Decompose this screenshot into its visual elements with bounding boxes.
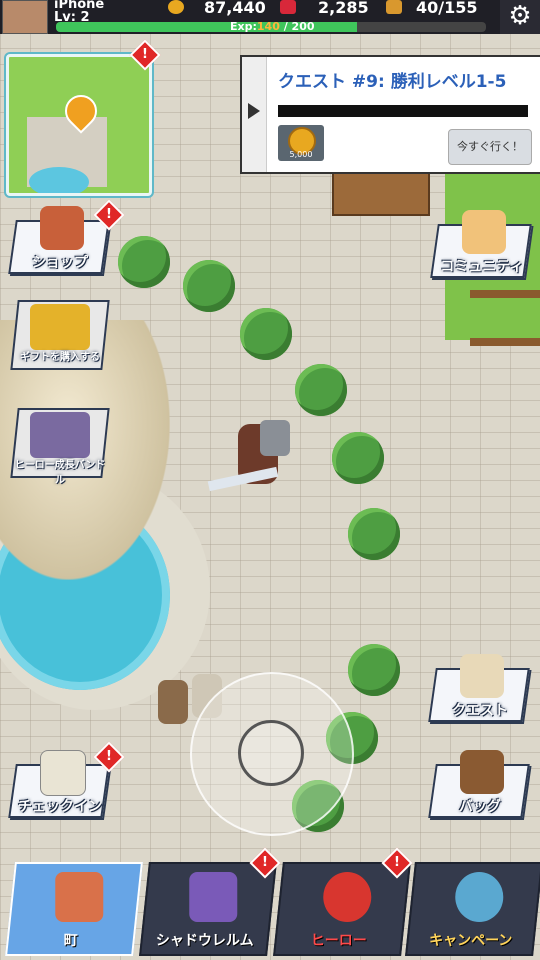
quest-reward: 5,000 xyxy=(278,125,324,161)
nav-town-label: 町 xyxy=(63,933,78,949)
community-faces-icon xyxy=(462,210,506,254)
settings-gear-icon[interactable]: ⚙ xyxy=(500,0,540,34)
castle-icon xyxy=(55,872,104,922)
portal-icon xyxy=(189,872,238,922)
shop-stall-icon xyxy=(40,206,84,250)
quest-btn-label: クエスト xyxy=(452,703,508,719)
bush xyxy=(240,308,292,360)
quest-collapse-arrow-icon[interactable] xyxy=(242,57,267,172)
minimap[interactable] xyxy=(6,54,152,196)
community-label: コミュニティ xyxy=(440,259,524,275)
calendar-icon xyxy=(40,750,86,796)
top-hud: iPhone Lv: 2 87,440 2,285 40/155 Exp:140… xyxy=(0,0,540,34)
bush xyxy=(348,508,400,560)
gem-icon xyxy=(280,0,296,14)
nav-campaign[interactable]: キャンペーン xyxy=(405,862,540,956)
nav-campaign-label: キャンペーン xyxy=(429,933,513,949)
villager[interactable] xyxy=(158,680,188,724)
checkin-button[interactable]: チェックイン xyxy=(8,750,110,818)
bag-button[interactable]: バッグ xyxy=(428,750,530,818)
crossed-swords-icon xyxy=(455,872,504,922)
player-hero[interactable] xyxy=(207,416,308,496)
gold-coin-icon xyxy=(168,0,184,14)
hero-bundle-button[interactable]: ヒーロー成長バンドル xyxy=(10,408,110,486)
quest-progress-bar xyxy=(278,105,528,117)
bush xyxy=(332,432,384,484)
backpack-icon xyxy=(460,750,504,794)
bush xyxy=(183,260,235,312)
gem-amount: 2,285 xyxy=(318,0,369,17)
community-button[interactable]: コミュニティ xyxy=(430,210,532,278)
nav-shadow-realm-label: シャドウレルム xyxy=(155,933,254,949)
minimap-fountain xyxy=(29,167,89,193)
bush xyxy=(118,236,170,288)
bush xyxy=(295,364,347,416)
gold-amount: 87,440 xyxy=(204,0,266,17)
gift-label: ギフトを購入する xyxy=(20,352,100,363)
bundle-label: ヒーロー成長バンドル xyxy=(14,460,106,486)
hero-shield xyxy=(260,420,290,456)
gift-purchase-button[interactable]: ギフトを購入する xyxy=(10,300,110,370)
nav-town[interactable]: 町 xyxy=(5,862,143,956)
shop-label: ショップ xyxy=(32,255,88,271)
quest-go-button[interactable]: 今すぐ行く！ xyxy=(448,129,532,165)
joystick-knob[interactable] xyxy=(238,720,304,786)
quest-reward-amount: 5,000 xyxy=(289,150,313,159)
bench xyxy=(332,172,430,216)
quest-panel[interactable]: クエスト #9: 勝利レベル1-5 5,000 今すぐ行く！ xyxy=(240,55,540,174)
heroes-portrait-icon xyxy=(30,412,90,458)
checkin-label: チェックイン xyxy=(18,799,102,815)
scroll-icon xyxy=(460,654,504,698)
stamina-crate-icon xyxy=(386,0,402,14)
nav-shadow-realm[interactable]: シャドウレルム xyxy=(139,862,277,956)
player-avatar[interactable] xyxy=(2,0,48,34)
nav-hero[interactable]: ヒーロー xyxy=(273,862,411,956)
exp-text: Exp:140 / 200 xyxy=(230,20,315,33)
quest-button[interactable]: クエスト xyxy=(428,654,530,722)
bush xyxy=(348,644,400,696)
nav-hero-label: ヒーロー xyxy=(310,933,367,949)
bag-label: バッグ xyxy=(459,799,501,815)
stamina-amount: 40/155 xyxy=(416,0,478,17)
quest-title: クエスト #9: 勝利レベル1-5 xyxy=(278,72,507,92)
hero-face-icon xyxy=(323,872,372,922)
fence xyxy=(470,290,540,346)
treasure-chest-icon xyxy=(30,304,90,350)
